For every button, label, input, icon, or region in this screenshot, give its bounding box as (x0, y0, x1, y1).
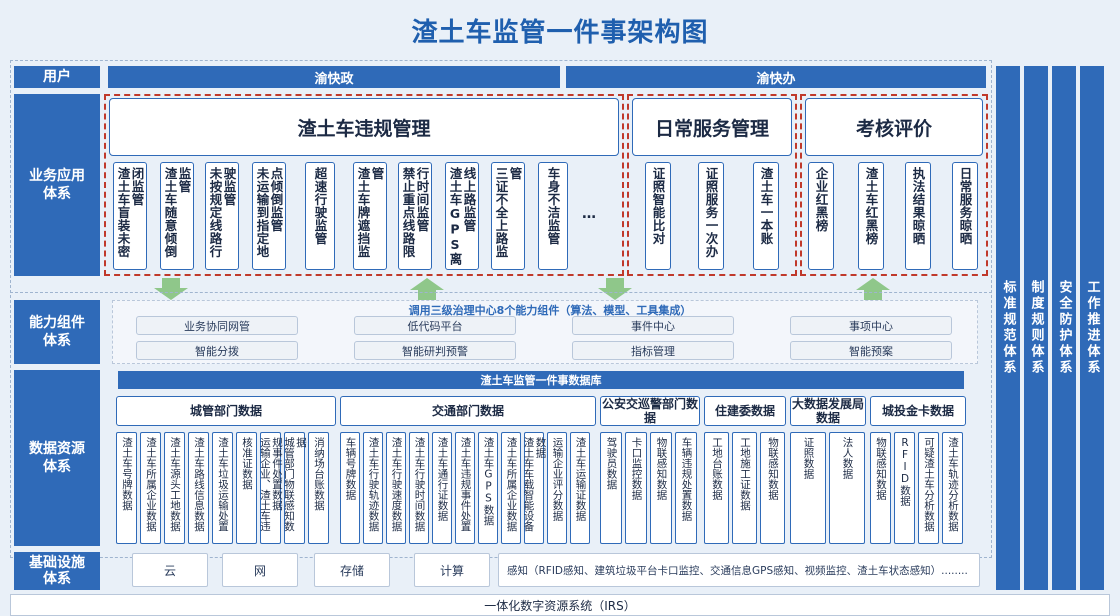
data-group-title-2: 公安交巡警部门数据 (600, 396, 700, 426)
capability-item-1: 低代码平台 (354, 316, 516, 335)
data-item-0-3: 渣土车路线信息数据 (188, 432, 209, 544)
data-item-4-0: 证照数据 (790, 432, 826, 544)
data-item-0-6: 运输企业、渣土车违 规事件处置数据 (259, 432, 283, 544)
data-item-5-2: 可疑渣土车分析数据 (918, 432, 939, 544)
data-group-title-4: 大数据发展局数据 (790, 396, 866, 426)
data-item-1-4: 渣土车通行证数据 (432, 432, 452, 544)
data-item-3-1: 工地施工证数据 (732, 432, 757, 544)
data-item-1-5: 渣土车违规事件处置 (455, 432, 475, 544)
data-banner: 渣土车监管一件事数据库 (118, 371, 964, 389)
capability-item-5: 智能研判预警 (354, 341, 516, 360)
infra-cloud: 云 (132, 553, 208, 587)
capability-item-3: 事项中心 (790, 316, 952, 335)
data-group-title-5: 城投金卡数据 (870, 396, 966, 426)
data-group-title-3: 住建委数据 (704, 396, 786, 426)
data-item-1-0: 车辆号牌数据 (340, 432, 360, 544)
data-item-5-0: 物联感知数据 (870, 432, 891, 544)
data-item-3-2: 物联感知数据 (760, 432, 785, 544)
data-item-1-3: 渣土车行驶时间数据 (409, 432, 429, 544)
data-group-title-1: 交通部门数据 (340, 396, 596, 426)
divider (10, 292, 992, 293)
right-col-security: 安全防护体系 (1052, 66, 1076, 590)
right-col-work: 工作推进体系 (1080, 66, 1104, 590)
data-group-title-0: 城管部门数据 (116, 396, 336, 426)
data-item-3-0: 工地台账数据 (704, 432, 729, 544)
data-item-1-2: 渣土车行驶速度数据 (386, 432, 406, 544)
arrow-up-1 (410, 278, 444, 300)
infra-sensing: 感知（RFID感知、建筑垃圾平台卡口监控、交通信息GPS感知、视频监控、渣土车状… (498, 553, 980, 587)
data-item-1-7: 渣土车所属企业数据 (501, 432, 521, 544)
arrow-down-1 (154, 278, 188, 300)
footer-irs: 一体化数字资源系统（IRS） (10, 594, 1110, 616)
data-item-1-1: 渣土车行驶轨迹数据 (363, 432, 383, 544)
layer-label-data: 数据资源 体系 (14, 370, 100, 546)
data-item-0-8: 消纳场台账数据 (308, 432, 329, 544)
capability-item-0: 业务协同网管 (136, 316, 298, 335)
infra-storage: 存储 (314, 553, 390, 587)
data-item-2-1: 卡口监控数据 (625, 432, 647, 544)
infra-network: 网 (222, 553, 298, 587)
data-item-0-1: 渣土车所属企业数据 (140, 432, 161, 544)
data-item-5-1: RFID数据 (894, 432, 915, 544)
data-item-2-2: 物联感知数据 (650, 432, 672, 544)
data-item-2-3: 车辆违规处置数据 (675, 432, 697, 544)
data-item-0-2: 渣土车源头工地数据 (164, 432, 185, 544)
data-item-1-9: 运输企业评分数据 (547, 432, 567, 544)
data-item-2-0: 驾驶员数据 (600, 432, 622, 544)
capability-item-6: 指标管理 (572, 341, 734, 360)
data-item-0-5: 核准证数据 (236, 432, 257, 544)
right-col-standards: 标准规范体系 (996, 66, 1020, 590)
layer-label-infra: 基础设施 体系 (14, 552, 100, 590)
capability-item-4: 智能分拨 (136, 341, 298, 360)
arrow-up-2 (856, 278, 890, 300)
data-item-0-7: 城管部门物联感知数据 (283, 432, 307, 544)
data-item-1-6: 渣土车GPS数据 (478, 432, 498, 544)
data-item-1-10: 渣土车运输证数据 (570, 432, 590, 544)
data-item-0-0: 渣土车号牌数据 (116, 432, 137, 544)
infra-compute: 计算 (414, 553, 490, 587)
data-item-5-3: 渣土车轨迹分析数据 (942, 432, 963, 544)
right-col-rules: 制度规则体系 (1024, 66, 1048, 590)
arrow-down-2 (598, 278, 632, 300)
data-item-4-1: 法人数据 (829, 432, 865, 544)
capability-item-7: 智能预案 (790, 341, 952, 360)
data-item-1-8: 渣土车车载智能设备 数据 (523, 432, 547, 544)
data-item-0-4: 渣土车垃圾运输处置 (212, 432, 233, 544)
layer-label-capability: 能力组件 体系 (14, 300, 100, 364)
capability-item-2: 事件中心 (572, 316, 734, 335)
